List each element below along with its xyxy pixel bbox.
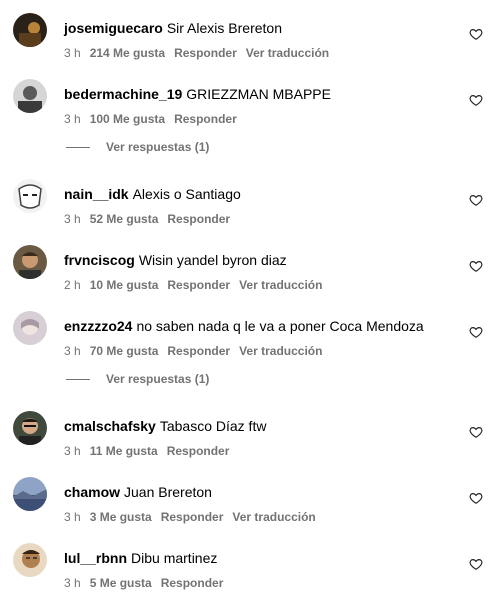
see-translation-button[interactable]: Ver traducción <box>246 46 329 60</box>
heart-outline-icon[interactable] <box>469 491 483 505</box>
comment-text: Wisin yandel byron diaz <box>138 252 287 268</box>
comment-text: Alexis o Santiago <box>132 186 241 202</box>
comment-likes[interactable]: 3 Me gusta <box>90 510 152 524</box>
comment-username[interactable]: chamow <box>64 484 120 500</box>
comment-text-line: chamow Juan Brereton <box>64 483 212 501</box>
avatar[interactable] <box>13 411 47 445</box>
heart-outline-icon[interactable] <box>469 93 483 107</box>
comment-text-line: cmalschafsky Tabasco Díaz ftw <box>64 417 266 435</box>
comment-text: Juan Brereton <box>124 484 212 500</box>
comment-meta: 3 h 52 Me gusta Responder <box>64 211 239 227</box>
see-translation-button[interactable]: Ver traducción <box>232 510 315 524</box>
reply-button[interactable]: Responder <box>161 510 224 524</box>
view-replies-label: Ver respuestas (1) <box>106 140 210 154</box>
avatar-pale-icon <box>13 311 47 345</box>
comment-text-line: lul__rbnn Dibu martinez <box>64 549 217 567</box>
comment-meta: 3 h 11 Me gusta Responder <box>64 443 238 459</box>
comment-username[interactable]: lul__rbnn <box>64 550 127 566</box>
avatar-landscape-icon <box>13 477 47 511</box>
reply-button[interactable]: Responder <box>167 212 230 226</box>
comment-item: enzzzzo24 no saben nada q le va a poner C… <box>0 311 494 367</box>
comment-item: bedermachine_19 GRIEZZMAN MBAPPE 3 h 100 M… <box>0 79 494 135</box>
avatar[interactable] <box>13 179 47 213</box>
view-replies-label: Ver respuestas (1) <box>106 372 210 386</box>
comment-username[interactable]: bedermachine_19 <box>64 86 182 102</box>
comment-time: 3 h <box>64 576 81 590</box>
avatar[interactable] <box>13 311 47 345</box>
heart-outline-icon[interactable] <box>469 425 483 439</box>
comment-meta: 2 h 10 Me gusta Responder Ver traducción <box>64 277 331 293</box>
avatar[interactable] <box>13 245 47 279</box>
comment-item: lul__rbnn Dibu martinez 3 h 5 Me gusta Resp… <box>0 543 494 599</box>
comment-text-line: enzzzzo24 no saben nada q le va a poner C… <box>64 317 424 335</box>
comment-item: chamow Juan Brereton 3 h 3 Me gusta Respond… <box>0 477 494 533</box>
comment-username[interactable]: cmalschafsky <box>64 418 156 434</box>
comment-likes[interactable]: 11 Me gusta <box>90 444 158 458</box>
comment-likes[interactable]: 5 Me gusta <box>90 576 152 590</box>
avatar-face-icon <box>13 411 47 445</box>
view-replies-button[interactable]: Ver respuestas (1) <box>66 372 209 388</box>
comment-meta: 3 h 100 Me gusta Responder <box>64 111 246 127</box>
heart-outline-icon[interactable] <box>469 193 483 207</box>
avatar-face-icon <box>13 245 47 279</box>
heart-outline-icon[interactable] <box>469 325 483 339</box>
comment-username[interactable]: nain__idk <box>64 186 129 202</box>
comment-likes[interactable]: 10 Me gusta <box>90 278 159 292</box>
heart-outline-icon[interactable] <box>469 27 483 41</box>
comment-list: josemiguecaro Sir Alexis Brereton 3 h 214 … <box>0 0 494 609</box>
comment-likes[interactable]: 70 Me gusta <box>90 344 159 358</box>
reply-button[interactable]: Responder <box>174 112 237 126</box>
divider-line <box>66 379 90 381</box>
comment-meta: 3 h 5 Me gusta Responder <box>64 575 232 591</box>
reply-button[interactable]: Responder <box>161 576 224 590</box>
heart-outline-icon[interactable] <box>469 259 483 273</box>
comment-item: cmalschafsky Tabasco Díaz ftw 3 h 11 Me gu… <box>0 411 494 467</box>
comment-item: frvnciscog Wisin yandel byron diaz 2 h 10 … <box>0 245 494 301</box>
comment-text-line: frvnciscog Wisin yandel byron diaz <box>64 251 287 269</box>
comment-likes[interactable]: 52 Me gusta <box>90 212 159 226</box>
avatar-face-icon <box>13 543 47 577</box>
comment-text: Tabasco Díaz ftw <box>159 418 267 434</box>
divider-line <box>66 147 90 149</box>
comment-time: 3 h <box>64 510 81 524</box>
comment-text: Dibu martinez <box>131 550 218 566</box>
comment-time: 3 h <box>64 112 81 126</box>
comment-username[interactable]: frvnciscog <box>64 252 135 268</box>
comment-username[interactable]: josemiguecaro <box>64 20 163 36</box>
comment-likes[interactable]: 100 Me gusta <box>90 112 165 126</box>
comment-text: no saben nada q le va a poner Coca Mendo… <box>136 318 424 334</box>
comment-text: Sir Alexis Brereton <box>166 20 282 36</box>
avatar-sketch-icon <box>13 179 47 213</box>
avatar-dark-icon <box>13 13 47 47</box>
comment-likes[interactable]: 214 Me gusta <box>90 46 165 60</box>
comment-meta: 3 h 214 Me gusta Responder Ver traducción <box>64 45 338 61</box>
comment-time: 2 h <box>64 278 81 292</box>
comment-item: josemiguecaro Sir Alexis Brereton 3 h 214 … <box>0 13 494 69</box>
comment-text: GRIEZZMAN MBAPPE <box>186 86 331 102</box>
comment-meta: 3 h 70 Me gusta Responder Ver traducción <box>64 343 331 359</box>
reply-button[interactable]: Responder <box>174 46 237 60</box>
comment-time: 3 h <box>64 46 81 60</box>
avatar[interactable] <box>13 79 47 113</box>
comment-item: nain__idk Alexis o Santiago 3 h 52 Me gust… <box>0 179 494 235</box>
reply-button[interactable]: Responder <box>167 444 230 458</box>
comment-text-line: bedermachine_19 GRIEZZMAN MBAPPE <box>64 85 331 103</box>
comment-username[interactable]: enzzzzo24 <box>64 318 132 334</box>
see-translation-button[interactable]: Ver traducción <box>239 278 322 292</box>
comment-time: 3 h <box>64 344 81 358</box>
view-replies-button[interactable]: Ver respuestas (1) <box>66 140 209 156</box>
comment-time: 3 h <box>64 444 81 458</box>
avatar-grey-icon <box>13 79 47 113</box>
avatar[interactable] <box>13 477 47 511</box>
comment-text-line: nain__idk Alexis o Santiago <box>64 185 241 203</box>
heart-outline-icon[interactable] <box>469 557 483 571</box>
reply-button[interactable]: Responder <box>167 278 230 292</box>
comment-text-line: josemiguecaro Sir Alexis Brereton <box>64 19 282 37</box>
avatar[interactable] <box>13 543 47 577</box>
see-translation-button[interactable]: Ver traducción <box>239 344 322 358</box>
reply-button[interactable]: Responder <box>167 344 230 358</box>
avatar[interactable] <box>13 13 47 47</box>
comment-time: 3 h <box>64 212 81 226</box>
comment-meta: 3 h 3 Me gusta Responder Ver traducción <box>64 509 325 525</box>
